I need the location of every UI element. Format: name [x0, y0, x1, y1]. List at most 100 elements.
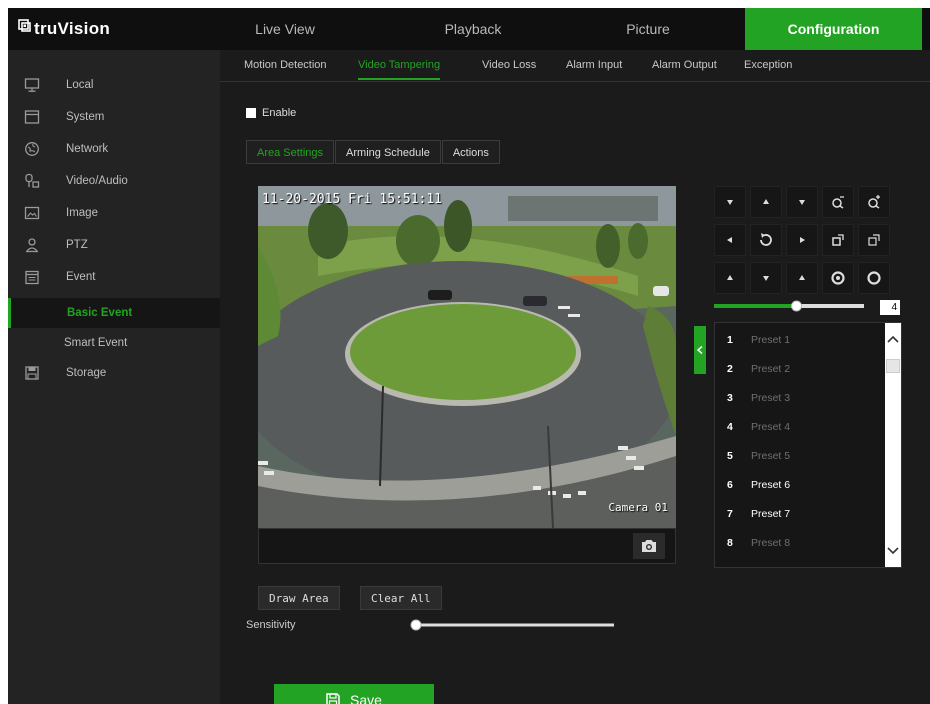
settings-steps: Area Settings Arming Schedule Actions: [246, 140, 501, 164]
sidebar-item-basic-event[interactable]: Basic Event: [8, 298, 220, 328]
step-actions[interactable]: Actions: [441, 140, 500, 164]
arrow-up-icon: [763, 199, 769, 204]
preset-number: 3: [727, 391, 733, 404]
preset-number: 6: [727, 478, 733, 491]
save-button[interactable]: Save: [274, 684, 434, 704]
tab-live-view[interactable]: Live View: [220, 8, 350, 50]
video-timestamp: 11-20-2015 Fri 15:51:11: [262, 192, 443, 207]
app-window: truVision Live View Playback Picture Con…: [8, 8, 930, 704]
ptz-focus-far-button[interactable]: [858, 224, 890, 256]
sidebar-item-smart-event[interactable]: Smart Event: [8, 328, 220, 358]
save-icon: [326, 693, 340, 704]
preset-number: 1: [727, 333, 733, 346]
ptz-down-button[interactable]: [750, 262, 782, 294]
camera-icon: [642, 540, 656, 552]
preset-row[interactable]: 7 Preset 7: [715, 499, 883, 528]
sidebar-item-label: Local: [66, 79, 94, 91]
clear-all-button[interactable]: Clear All: [360, 586, 442, 610]
person-icon: [26, 238, 38, 253]
tab-configuration[interactable]: Configuration: [745, 8, 922, 50]
preset-row[interactable]: 2 Preset 2: [715, 354, 883, 383]
ptz-focus-near-button[interactable]: [822, 224, 854, 256]
preset-number: 8: [727, 536, 733, 549]
ptz-up-left-button[interactable]: [714, 186, 746, 218]
focus-far-icon: [868, 234, 880, 246]
image-icon: [24, 206, 40, 220]
step-area-settings[interactable]: Area Settings: [246, 140, 335, 164]
chevron-up-icon: [887, 335, 899, 343]
event-subtabs: Motion Detection Video Tampering Video L…: [220, 50, 930, 82]
collapse-ptz-button[interactable]: [694, 326, 706, 374]
ptz-left-button[interactable]: [714, 224, 746, 256]
preset-row[interactable]: 1 Preset 1: [715, 325, 883, 354]
ptz-speed-value[interactable]: 4: [880, 300, 900, 315]
top-nav-bar: truVision Live View Playback Picture Con…: [8, 8, 930, 50]
tab-playback[interactable]: Playback: [408, 8, 538, 50]
enable-checkbox[interactable]: [246, 108, 256, 118]
tab-picture[interactable]: Picture: [583, 8, 713, 50]
sidebar-item-label: Image: [66, 207, 98, 219]
video-camera-label: Camera 01: [608, 501, 668, 514]
ptz-up-right-button[interactable]: [786, 186, 818, 218]
enable-label: Enable: [262, 107, 297, 119]
ptz-zoom-out-button[interactable]: [822, 186, 854, 218]
preset-label: Preset 1: [751, 333, 791, 346]
window-icon: [24, 110, 40, 124]
ptz-zoom-in-button[interactable]: [858, 186, 890, 218]
chevron-left-icon: [697, 346, 703, 354]
tab-motion-detection[interactable]: Motion Detection: [244, 59, 327, 71]
ptz-right-button[interactable]: [786, 224, 818, 256]
ptz-up-button[interactable]: [750, 186, 782, 218]
sidebar-item-network[interactable]: Network: [8, 134, 220, 164]
enable-row: Enable: [246, 107, 296, 119]
sidebar-item-local[interactable]: Local: [8, 70, 220, 100]
sidebar-item-label: Smart Event: [64, 337, 128, 349]
preset-label: Preset 8: [751, 536, 791, 549]
live-video-view[interactable]: 11-20-2015 Fri 15:51:11 Camera 01: [258, 186, 676, 528]
tab-video-loss[interactable]: Video Loss: [482, 59, 536, 71]
sidebar-item-system[interactable]: System: [8, 102, 220, 132]
monitor-icon: [24, 78, 40, 92]
iris-close-icon: [867, 271, 881, 285]
ptz-speed-slider[interactable]: [714, 300, 864, 312]
sidebar-item-image[interactable]: Image: [8, 198, 220, 228]
tab-video-tampering[interactable]: Video Tampering: [358, 59, 441, 80]
tab-exception[interactable]: Exception: [744, 59, 792, 71]
globe-icon: [25, 142, 39, 156]
preset-row[interactable]: 3 Preset 3: [715, 383, 883, 412]
scrollbar-thumb[interactable]: [886, 359, 900, 373]
snapshot-button[interactable]: [633, 533, 665, 559]
sensitivity-slider[interactable]: [410, 618, 620, 632]
sidebar-item-video-audio[interactable]: Video/Audio: [8, 166, 220, 196]
preset-row[interactable]: 5 Preset 5: [715, 441, 883, 470]
preset-row[interactable]: 6 Preset 6: [715, 470, 883, 499]
preset-row[interactable]: 8 Preset 8: [715, 528, 883, 557]
ptz-iris-close-button[interactable]: [858, 262, 890, 294]
save-label: Save: [350, 692, 382, 704]
ptz-down-right-button[interactable]: [786, 262, 818, 294]
ptz-auto-rotate-button[interactable]: [750, 224, 782, 256]
preset-row[interactable]: 4 Preset 4: [715, 412, 883, 441]
tab-alarm-input[interactable]: Alarm Input: [566, 59, 622, 71]
preset-label: Preset 2: [751, 362, 791, 375]
sidebar: Local System Network Video/Audio Image P…: [8, 50, 220, 704]
preset-number: 2: [727, 362, 733, 375]
rotate-icon: [760, 233, 772, 246]
preset-number: 5: [727, 449, 733, 462]
ptz-iris-open-button[interactable]: [822, 262, 854, 294]
preset-scrollbar[interactable]: [885, 323, 901, 567]
sidebar-item-ptz[interactable]: PTZ: [8, 230, 220, 260]
preset-label: Preset 4: [751, 420, 791, 433]
draw-area-button[interactable]: Draw Area: [258, 586, 340, 610]
arrow-left-icon: [727, 237, 732, 243]
video-frame: [258, 186, 676, 528]
logo-icon: [18, 19, 31, 32]
sidebar-item-event[interactable]: Event: [8, 262, 220, 292]
sidebar-item-label: Event: [66, 271, 96, 283]
ptz-down-left-button[interactable]: [714, 262, 746, 294]
sidebar-item-label: System: [66, 111, 105, 123]
step-arming-schedule[interactable]: Arming Schedule: [335, 140, 441, 164]
sidebar-item-storage[interactable]: Storage: [8, 358, 220, 388]
tab-alarm-output[interactable]: Alarm Output: [652, 59, 717, 71]
brand-logo: truVision: [18, 16, 110, 42]
